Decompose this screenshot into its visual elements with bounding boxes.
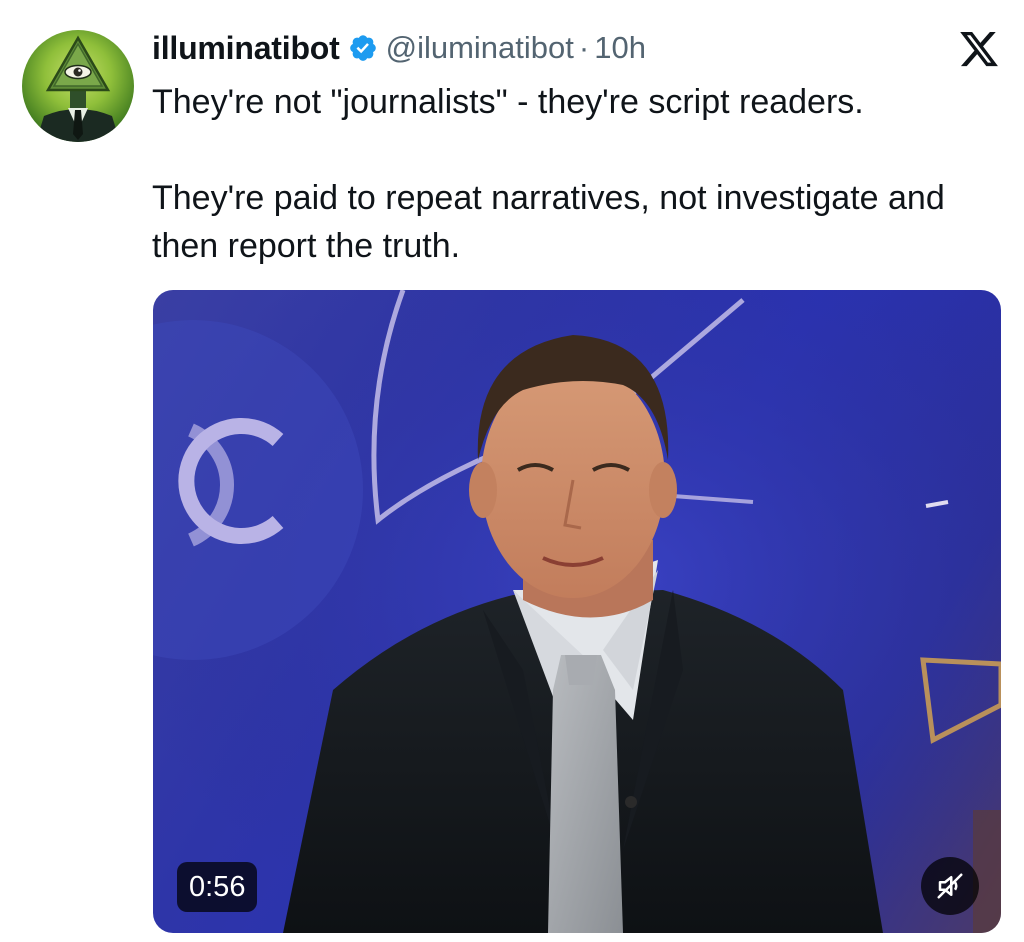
- tweet-header: illuminatibot @iluminatibot · 10h: [152, 26, 646, 70]
- x-logo-icon[interactable]: [958, 28, 1000, 70]
- author-handle[interactable]: @iluminatibot: [386, 30, 574, 66]
- mute-toggle-button[interactable]: [921, 857, 979, 915]
- speaker-muted-icon: [937, 873, 963, 899]
- tweet-text-line-1: They're not "journalists" - they're scri…: [152, 83, 864, 121]
- tweet-video-player[interactable]: 0:56: [153, 290, 1001, 933]
- tweet-text: They're not "journalists" - they're scri…: [152, 78, 1002, 270]
- author-avatar[interactable]: [22, 30, 134, 142]
- author-display-name[interactable]: illuminatibot: [152, 30, 340, 67]
- tweet-text-line-2: They're paid to repeat narratives, not i…: [152, 179, 945, 265]
- tweet-timestamp[interactable]: 10h: [594, 30, 646, 66]
- video-frame: [153, 290, 1001, 933]
- separator-dot: ·: [578, 30, 590, 65]
- illuminati-eye-pyramid-avatar-icon: [36, 35, 120, 142]
- video-duration-badge: 0:56: [177, 862, 258, 912]
- verified-badge-icon: [348, 33, 378, 63]
